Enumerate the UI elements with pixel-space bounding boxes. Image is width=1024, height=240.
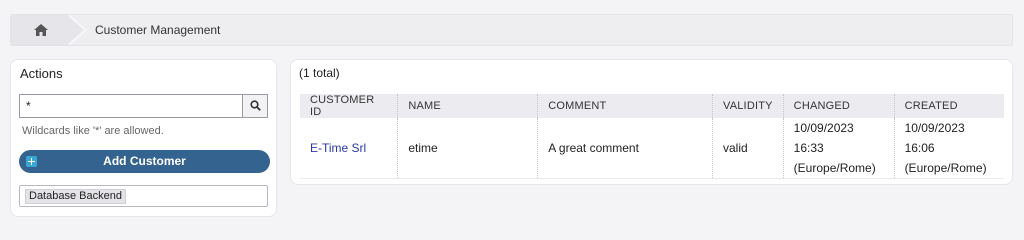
backend-select[interactable]: Database Backend <box>19 185 268 207</box>
changed-date: 10/09/2023 <box>793 121 854 135</box>
wildcard-hint: Wildcards like '*' are allowed. <box>22 125 164 137</box>
total-count: (1 total) <box>299 66 340 80</box>
created-time: 16:06 <box>904 141 935 155</box>
search-icon <box>250 100 261 111</box>
actions-sidebar: Actions Wildcards like '*' are allowed. … <box>10 59 277 217</box>
home-icon <box>34 24 48 36</box>
cell-validity: valid <box>712 118 784 179</box>
plus-icon <box>26 156 37 167</box>
created-timezone: (Europe/Rome) <box>904 161 987 175</box>
breadcrumb-current: Customer Management <box>95 23 221 37</box>
sidebar-title: Actions <box>20 66 63 81</box>
column-header-customer-id[interactable]: CUSTOMER ID <box>300 94 399 118</box>
changed-time: 16:33 <box>793 141 824 155</box>
changed-timezone: (Europe/Rome) <box>793 161 876 175</box>
cell-comment: A great comment <box>537 118 713 179</box>
breadcrumb-separator-inner <box>66 14 84 46</box>
column-header-created[interactable]: CREATED <box>894 94 1004 118</box>
search-input[interactable] <box>20 95 242 117</box>
backend-tag[interactable]: Database Backend <box>25 189 126 204</box>
column-header-validity[interactable]: VALIDITY <box>712 94 784 118</box>
table-row[interactable]: E-Time Srl etime A great comment valid 1… <box>300 118 1004 179</box>
column-header-changed[interactable]: CHANGED <box>783 94 895 118</box>
search-button[interactable] <box>242 95 267 117</box>
table-header-row: CUSTOMER ID NAME COMMENT VALIDITY CHANGE… <box>300 94 1004 118</box>
cell-name: etime <box>397 118 539 179</box>
column-header-name[interactable]: NAME <box>397 94 539 118</box>
add-customer-button[interactable]: Add Customer <box>19 150 270 173</box>
cell-customer-id[interactable]: E-Time Srl <box>300 118 399 179</box>
created-date: 10/09/2023 <box>904 121 965 135</box>
column-header-comment[interactable]: COMMENT <box>537 94 713 118</box>
breadcrumb: Customer Management <box>10 14 1013 46</box>
customer-list-panel: (1 total) CUSTOMER ID NAME COMMENT VALID… <box>290 59 1013 185</box>
cell-changed: 10/09/2023 16:33 (Europe/Rome) <box>783 118 895 179</box>
customer-table: CUSTOMER ID NAME COMMENT VALIDITY CHANGE… <box>300 94 1004 179</box>
search-box <box>19 94 268 118</box>
cell-created: 10/09/2023 16:06 (Europe/Rome) <box>894 118 1004 179</box>
breadcrumb-home[interactable] <box>11 15 71 45</box>
add-customer-label: Add Customer <box>103 154 186 168</box>
